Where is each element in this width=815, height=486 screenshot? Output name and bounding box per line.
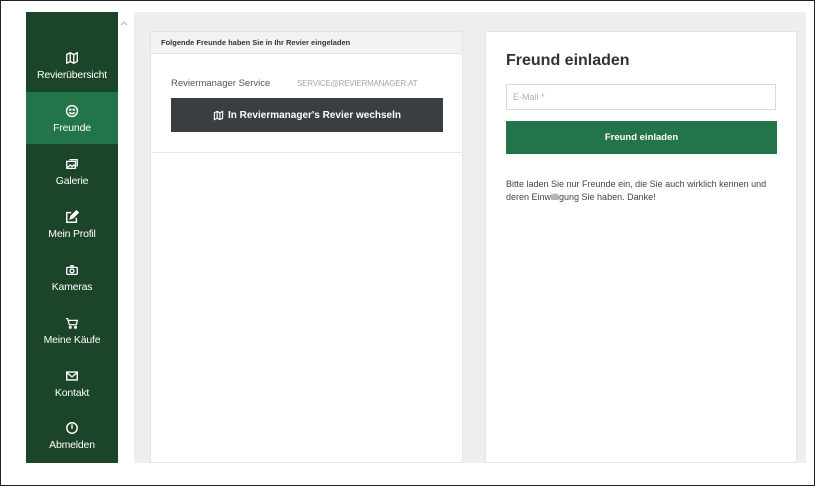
sidebar-item-label: Abmelden — [49, 438, 95, 451]
divider — [151, 152, 462, 153]
map-icon — [64, 50, 80, 66]
sidebar-item-label: Freunde — [53, 121, 91, 134]
invite-note: Bitte laden Sie nur Freunde ein, die Sie… — [506, 179, 767, 202]
friend-name: Reviermanager Service — [171, 78, 271, 89]
gallery-icon — [64, 156, 80, 172]
edit-icon — [64, 209, 80, 225]
camera-icon — [64, 262, 80, 278]
sidebar-item-label: Kameras — [51, 280, 93, 293]
cart-icon — [64, 315, 80, 331]
envelope-icon — [64, 368, 80, 384]
friends-panel: Folgende Freunde haben Sie in Ihr Revier… — [150, 31, 463, 463]
sidebar: Revierübersicht Freunde Galerie Mein Pro… — [26, 12, 118, 463]
sidebar-item-label: Mein Profil — [48, 227, 96, 240]
switch-revier-label: In Reviermanager's Revier wechseln — [227, 109, 402, 121]
friends-panel-header: Folgende Freunde haben Sie in Ihr Revier… — [151, 32, 462, 54]
friend-email: SERVICE@REVIERMANAGER.AT — [297, 79, 418, 88]
sidebar-item-abmelden[interactable]: Abmelden — [26, 409, 118, 461]
switch-revier-button[interactable]: In Reviermanager's Revier wechseln — [171, 98, 443, 132]
sidebar-item-revieruebersicht[interactable]: Revierübersicht — [26, 39, 118, 91]
sidebar-item-galerie[interactable]: Galerie — [26, 145, 118, 197]
sidebar-item-mein-profil[interactable]: Mein Profil — [26, 198, 118, 250]
sidebar-item-kontakt[interactable]: Kontakt — [26, 357, 118, 409]
sidebar-item-label: Meine Käufe — [43, 333, 101, 346]
sidebar-item-kameras[interactable]: Kameras — [26, 251, 118, 303]
invite-friend-button[interactable]: Freund einladen — [506, 121, 777, 154]
power-icon — [64, 420, 80, 436]
sidebar-item-label: Galerie — [55, 174, 89, 187]
smiley-icon — [64, 103, 80, 119]
scroll-up-arrow-icon[interactable] — [119, 18, 129, 28]
map-icon — [213, 109, 224, 121]
sidebar-item-label: Revierübersicht — [37, 68, 107, 81]
invite-title: Freund einladen — [506, 52, 630, 69]
invite-panel: Freund einladen Freund einladen Bitte la… — [485, 31, 797, 463]
sidebar-item-freunde[interactable]: Freunde — [26, 92, 118, 144]
sidebar-item-meine-kaeufe[interactable]: Meine Käufe — [26, 304, 118, 356]
sidebar-item-label: Kontakt — [54, 386, 90, 399]
email-field[interactable] — [506, 84, 776, 110]
